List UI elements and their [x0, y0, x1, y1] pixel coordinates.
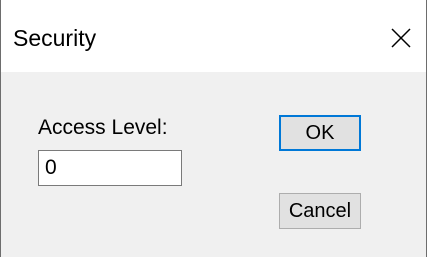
- close-button[interactable]: [376, 16, 426, 60]
- dialog-title: Security: [13, 25, 97, 51]
- access-level-input[interactable]: [38, 150, 182, 186]
- close-icon: [391, 28, 411, 48]
- cancel-button[interactable]: Cancel: [279, 193, 361, 229]
- dialog-body: Access Level: OK Cancel: [1, 72, 426, 257]
- security-dialog: Security Access Level: OK Cancel: [0, 0, 427, 257]
- title-bar: Security: [1, 0, 426, 72]
- access-level-label: Access Level:: [38, 116, 168, 139]
- ok-button[interactable]: OK: [279, 115, 361, 151]
